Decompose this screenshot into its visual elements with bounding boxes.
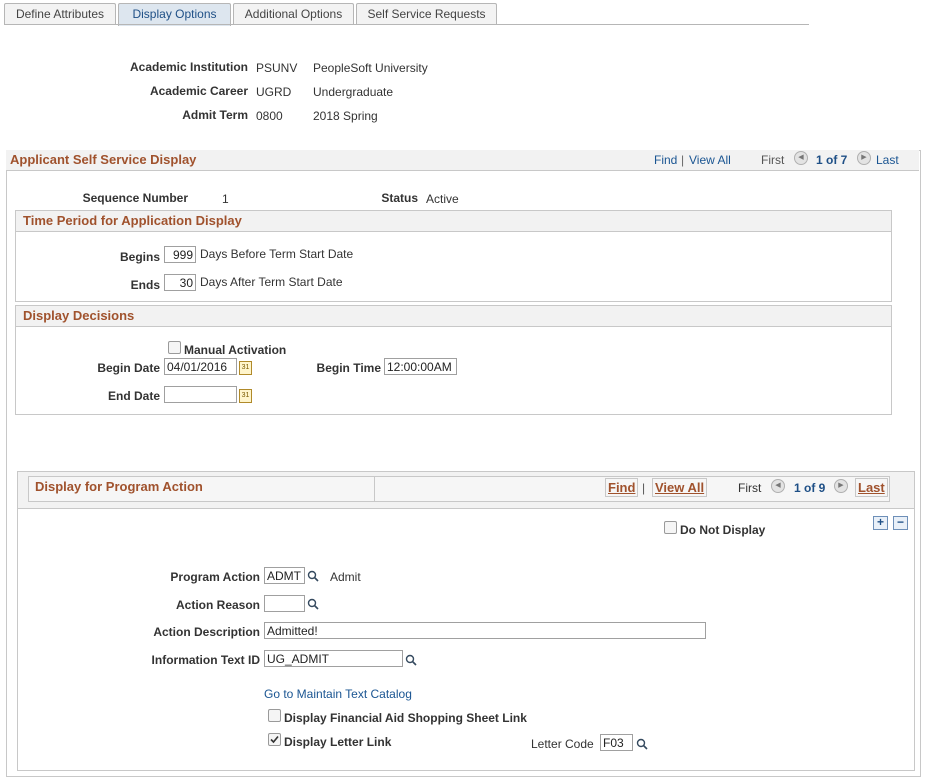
tab-label: Define Attributes [15, 7, 105, 21]
checkmark-icon [270, 735, 279, 744]
tab-label: Self Service Requests [367, 7, 486, 21]
program-action-title: Display for Program Action [35, 479, 203, 494]
row-count: 1 of 7 [816, 153, 848, 167]
tab-label: Additional Options [244, 7, 343, 21]
row-count: 1 of 9 [794, 481, 826, 495]
action-description-input[interactable]: Admitted! [264, 622, 706, 639]
display-letter-link-label: Display Letter Link [284, 735, 392, 749]
calendar-icon[interactable]: 31 [239, 361, 252, 375]
view-all-link[interactable]: View All [652, 478, 708, 497]
program-action-label: Program Action [170, 570, 260, 584]
institution-label: Academic Institution [129, 60, 248, 74]
begin-date-input[interactable]: 04/01/2016 [164, 358, 237, 375]
search-icon[interactable] [636, 738, 648, 750]
find-link[interactable]: Find [605, 478, 639, 497]
action-reason-label: Action Reason [175, 598, 260, 612]
career-label: Academic Career [149, 84, 248, 98]
ends-label: Ends [130, 278, 160, 292]
begins-label: Begins [119, 250, 160, 264]
last-link[interactable]: Last [876, 153, 899, 167]
next-arrow-icon[interactable]: ▶ [857, 151, 871, 165]
information-text-id-input[interactable]: UG_ADMIT [264, 650, 403, 667]
find-link[interactable]: Find [654, 153, 677, 167]
calendar-icon[interactable]: 31 [239, 389, 252, 403]
manual-activation-checkbox[interactable] [168, 341, 181, 354]
begins-suffix: Days Before Term Start Date [200, 247, 354, 261]
financial-aid-shopping-sheet-checkbox[interactable] [268, 709, 281, 722]
program-action-desc: Admit [330, 570, 361, 584]
institution-desc: PeopleSoft University [313, 61, 428, 75]
term-code: 0800 [256, 109, 283, 123]
first-label: First [761, 153, 785, 167]
information-text-id-label: Information Text ID [151, 653, 260, 667]
display-decisions-header [15, 305, 892, 327]
status-value: Active [426, 192, 459, 206]
end-date-input[interactable] [164, 386, 237, 403]
nav-separator: | [642, 481, 646, 495]
first-label: First [738, 481, 762, 495]
letter-code-input[interactable]: F03 [600, 734, 633, 751]
begins-days-input[interactable]: 999 [164, 246, 196, 263]
last-link[interactable]: Last [855, 478, 888, 497]
career-code: UGRD [256, 85, 292, 99]
maintain-text-catalog-link[interactable]: Go to Maintain Text Catalog [264, 687, 412, 701]
institution-code: PSUNV [256, 61, 298, 75]
begin-time-input[interactable]: 12:00:00AM [384, 358, 457, 375]
do-not-display-checkbox[interactable] [664, 521, 677, 534]
manual-activation-label: Manual Activation [184, 343, 287, 357]
do-not-display-label: Do Not Display [680, 523, 766, 537]
end-date-label: End Date [107, 389, 160, 403]
status-label: Status [381, 191, 418, 205]
sequence-value: 1 [222, 192, 229, 206]
display-decisions-title: Display Decisions [23, 308, 135, 323]
financial-aid-shopping-sheet-label: Display Financial Aid Shopping Sheet Lin… [284, 711, 527, 725]
begin-date-label: Begin Date [97, 361, 160, 375]
letter-code-label: Letter Code [531, 737, 594, 751]
add-row-button[interactable]: + [873, 516, 888, 530]
next-arrow-icon[interactable]: ▶ [834, 479, 848, 493]
view-all-link[interactable]: View All [689, 153, 731, 167]
self-service-display-title: Applicant Self Service Display [10, 152, 197, 167]
program-action-input[interactable]: ADMT [264, 567, 305, 584]
term-label: Admit Term [182, 108, 248, 122]
prev-arrow-icon[interactable]: ◀ [794, 151, 808, 165]
tab-additional-options[interactable]: Additional Options [233, 3, 354, 25]
action-description-label: Action Description [153, 625, 260, 639]
display-letter-link-checkbox[interactable] [268, 733, 281, 746]
tab-display-options[interactable]: Display Options [118, 3, 231, 26]
term-desc: 2018 Spring [313, 109, 378, 123]
action-reason-input[interactable] [264, 595, 305, 612]
career-desc: Undergraduate [313, 85, 394, 99]
begin-time-label: Begin Time [316, 361, 381, 375]
prev-arrow-icon[interactable]: ◀ [771, 479, 785, 493]
sequence-label: Sequence Number [82, 191, 188, 205]
program-action-panel [17, 471, 915, 771]
search-icon[interactable] [307, 570, 319, 582]
tab-self-service-requests[interactable]: Self Service Requests [356, 3, 497, 25]
ends-days-input[interactable]: 30 [164, 274, 196, 291]
tab-label: Display Options [132, 7, 217, 21]
ends-suffix: Days After Term Start Date [200, 275, 343, 289]
nav-separator: | [681, 153, 685, 167]
search-icon[interactable] [307, 598, 319, 610]
time-period-title: Time Period for Application Display [23, 213, 242, 228]
search-icon[interactable] [405, 654, 417, 666]
tab-divider [4, 24, 809, 25]
tab-define-attributes[interactable]: Define Attributes [4, 3, 116, 25]
delete-row-button[interactable]: − [893, 516, 908, 530]
